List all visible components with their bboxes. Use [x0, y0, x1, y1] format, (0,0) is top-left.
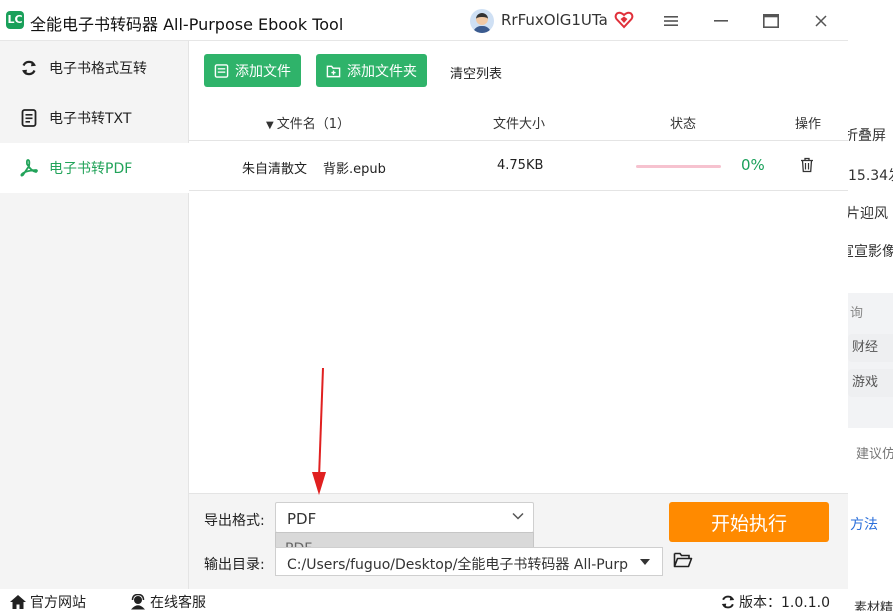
minimize-icon[interactable] [708, 8, 734, 34]
official-website-label: 官方网站 [30, 595, 86, 611]
bg-tag-finance[interactable]: 财经 [848, 334, 893, 362]
add-folder-icon [326, 65, 341, 77]
bg-news-text[interactable]: 折叠屏 [848, 125, 886, 145]
add-folder-label: 添加文件夹 [347, 63, 417, 80]
size-column-header: 文件大小 [493, 117, 546, 132]
refresh-icon [721, 595, 735, 609]
version-info[interactable]: 版本：1.0.1.0 [720, 592, 830, 612]
add-file-button[interactable]: 添加文件 [204, 54, 301, 87]
output-dir-select[interactable]: C:/Users/fuguo/Desktop/全能电子书转码器 All-Purp [275, 547, 663, 576]
official-website-link[interactable]: 官方网站 [9, 592, 86, 612]
app-window: LC 全能电子书转码器 All-Purpose Ebook Tool RrFux… [0, 0, 848, 611]
bg-news-text[interactable]: 片迎风 [848, 203, 888, 223]
caret-down-icon [640, 559, 650, 565]
sidebar-item-label: 电子书转PDF [49, 161, 133, 177]
sidebar: 电子书格式互转 电子书转TXT 电子书转PDF [0, 41, 189, 589]
output-dir-label: 输出目录: [204, 557, 265, 573]
user-avatar[interactable] [470, 9, 494, 33]
progress-bar [636, 165, 721, 168]
vip-heart-icon[interactable] [614, 10, 634, 30]
file-name: 背影.epub [323, 162, 386, 177]
format-select-value: PDF [287, 510, 317, 528]
table-header: ▼ 文件名（1） 文件大小 状态 操作 [189, 101, 848, 141]
menu-icon[interactable] [658, 8, 684, 34]
add-file-label: 添加文件 [235, 63, 291, 80]
online-support-label: 在线客服 [150, 595, 206, 611]
start-button[interactable]: 开始执行 [669, 502, 829, 542]
main-panel: 添加文件 添加文件夹 清空列表 ▼ 文件名（1） 文件大小 状态 操作 朱自清散文… [189, 41, 848, 493]
action-column-header: 操作 [795, 117, 822, 132]
sidebar-item-to-pdf[interactable]: 电子书转PDF [0, 143, 189, 193]
bg-material-text[interactable]: 素材精 [854, 597, 893, 611]
sort-down-icon: ▼ [266, 120, 274, 131]
filename-header-label: 文件名（1） [276, 117, 350, 132]
bg-search-hint: 询 [850, 306, 864, 321]
clear-list-button[interactable]: 清空列表 [450, 63, 502, 82]
format-label: 导出格式: [204, 513, 265, 529]
refresh-icon [19, 58, 39, 78]
format-select[interactable]: PDF [275, 502, 534, 533]
file-author: 朱自清散文 [242, 162, 308, 177]
background-window: 折叠屏 15.34发 片迎风 宣宣影像 询 财经 游戏 建议仿 方法 素材精 [848, 0, 893, 611]
output-dir-value: C:/Users/fuguo/Desktop/全能电子书转码器 All-Purp [287, 557, 628, 573]
filename-column-header[interactable]: ▼ 文件名（1） [266, 113, 350, 132]
chevron-down-icon [512, 512, 524, 520]
close-icon[interactable] [808, 8, 834, 34]
trash-icon[interactable] [800, 157, 814, 173]
file-size: 4.75KB [497, 158, 544, 173]
online-support-link[interactable]: 在线客服 [129, 592, 206, 612]
add-file-icon [214, 63, 229, 78]
version-label: 版本：1.0.1.0 [739, 595, 830, 611]
add-folder-button[interactable]: 添加文件夹 [316, 54, 427, 87]
sidebar-item-label: 电子书转TXT [49, 111, 132, 127]
document-icon [19, 108, 39, 128]
bg-link-text[interactable]: 方法 [850, 514, 878, 534]
maximize-icon[interactable] [758, 8, 784, 34]
table-row[interactable]: 朱自清散文 背影.epub 4.75KB 0% [189, 141, 848, 191]
status-column-header: 状态 [670, 117, 697, 132]
bg-news-text[interactable]: 15.34发 [848, 165, 893, 185]
title-bar: LC 全能电子书转码器 All-Purpose Ebook Tool RrFux… [0, 0, 848, 41]
sidebar-item-format-convert[interactable]: 电子书格式互转 [0, 43, 189, 93]
app-logo-icon: LC [6, 11, 24, 29]
home-icon [10, 595, 26, 609]
sidebar-item-label: 电子书格式互转 [49, 61, 147, 77]
app-title: 全能电子书转码器 All-Purpose Ebook Tool [30, 15, 344, 34]
username[interactable]: RrFuxOlG1UTa [501, 11, 608, 29]
bg-suggest-text[interactable]: 建议仿 [856, 443, 893, 462]
bg-news-text[interactable]: 宣宣影像 [848, 241, 893, 261]
bg-tag-games[interactable]: 游戏 [848, 369, 893, 397]
support-agent-icon [131, 594, 145, 610]
progress-percent: 0% [741, 156, 765, 174]
status-bar: 官方网站 在线客服 版本：1.0.1.0 [0, 589, 848, 611]
folder-open-icon[interactable] [673, 551, 693, 569]
acrobat-icon [19, 158, 39, 178]
output-settings-panel: 导出格式: PDF PDF 输出目录: C:/Users/fuguo/Deskt… [189, 493, 848, 589]
sidebar-item-to-txt[interactable]: 电子书转TXT [0, 93, 189, 143]
red-arrow-annotation [312, 368, 326, 495]
